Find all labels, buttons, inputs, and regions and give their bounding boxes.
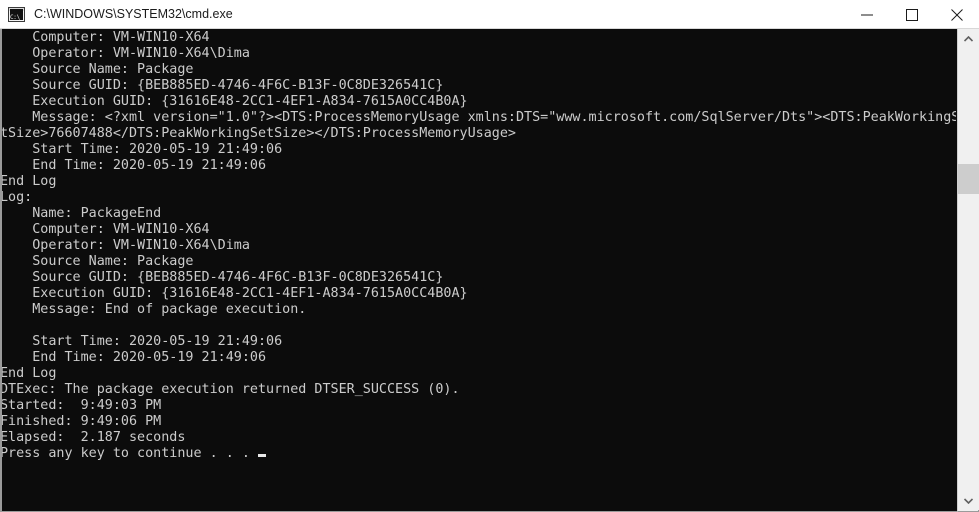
chevron-up-icon <box>964 35 973 42</box>
minimize-icon <box>860 14 873 15</box>
close-icon <box>950 8 963 21</box>
maximize-icon <box>905 8 918 21</box>
console-line: Message: End of package execution. <box>0 302 307 317</box>
console-line: End Log <box>0 174 57 189</box>
console-line: Source Name: Package <box>0 254 194 269</box>
close-button[interactable] <box>934 0 979 29</box>
scrollbar-thumb[interactable] <box>958 164 979 194</box>
console-line: End Time: 2020-05-19 21:49:06 <box>0 158 267 173</box>
chevron-down-icon <box>964 497 973 504</box>
console-line: Finished: 9:49:06 PM <box>0 414 162 429</box>
console-line: Message: <?xml version="1.0"?><DTS:Proce… <box>0 110 956 125</box>
console-line: Elapsed: 2.187 seconds <box>0 430 186 445</box>
title-bar[interactable]: C:\ C:\WINDOWS\SYSTEM32\cmd.exe <box>0 0 979 29</box>
cmd-icon-label: C:\ <box>10 13 20 21</box>
console-line: End Log <box>0 366 57 381</box>
console-line: Source Name: Package <box>0 62 194 77</box>
scrollbar-up-button[interactable] <box>958 29 979 48</box>
console-line: Source GUID: {BEB885ED-4746-4F6C-B13F-0C… <box>0 78 444 93</box>
console-line: DTExec: The package execution returned D… <box>0 382 460 397</box>
console-line: Computer: VM-WIN10-X64 <box>0 30 210 45</box>
text-cursor <box>257 454 266 457</box>
console-line: Operator: VM-WIN10-X64\Dima <box>0 46 250 61</box>
console-line: Computer: VM-WIN10-X64 <box>0 222 210 237</box>
console-line: Source GUID: {BEB885ED-4746-4F6C-B13F-0C… <box>0 270 444 285</box>
console-line: Name: PackageEnd <box>0 206 162 221</box>
window-controls <box>844 0 979 29</box>
console-output: Computer: VM-WIN10-X64 Operator: VM-WIN1… <box>0 30 956 511</box>
window-title: C:\WINDOWS\SYSTEM32\cmd.exe <box>34 6 233 21</box>
console-line: Started: 9:49:03 PM <box>0 398 162 413</box>
console-line: Operator: VM-WIN10-X64\Dima <box>0 238 250 253</box>
console-line: Press any key to continue . . . <box>2 446 956 462</box>
console-scrollbar[interactable] <box>957 29 979 512</box>
console-line: tSize>76607488</DTS:PeakWorkingSetSize><… <box>0 126 516 141</box>
console-line: Start Time: 2020-05-19 21:49:06 <box>0 142 283 157</box>
cmd-console-icon: C:\ <box>8 6 25 22</box>
console-line: End Time: 2020-05-19 21:49:06 <box>0 350 267 365</box>
console-line: Execution GUID: {31616E48-2CC1-4EF1-A834… <box>0 286 468 301</box>
cmd-window: C:\ C:\WINDOWS\SYSTEM32\cmd.exe Computer… <box>0 0 979 512</box>
console-line: Execution GUID: {31616E48-2CC1-4EF1-A834… <box>0 94 468 109</box>
console-client-area[interactable]: Computer: VM-WIN10-X64 Operator: VM-WIN1… <box>0 29 979 512</box>
console-line: Log: <box>0 190 33 205</box>
scrollbar-down-button[interactable] <box>958 491 979 510</box>
scrollbar-track[interactable] <box>958 48 979 491</box>
minimize-button[interactable] <box>844 0 889 29</box>
maximize-button[interactable] <box>889 0 934 29</box>
console-line: Start Time: 2020-05-19 21:49:06 <box>0 334 283 349</box>
